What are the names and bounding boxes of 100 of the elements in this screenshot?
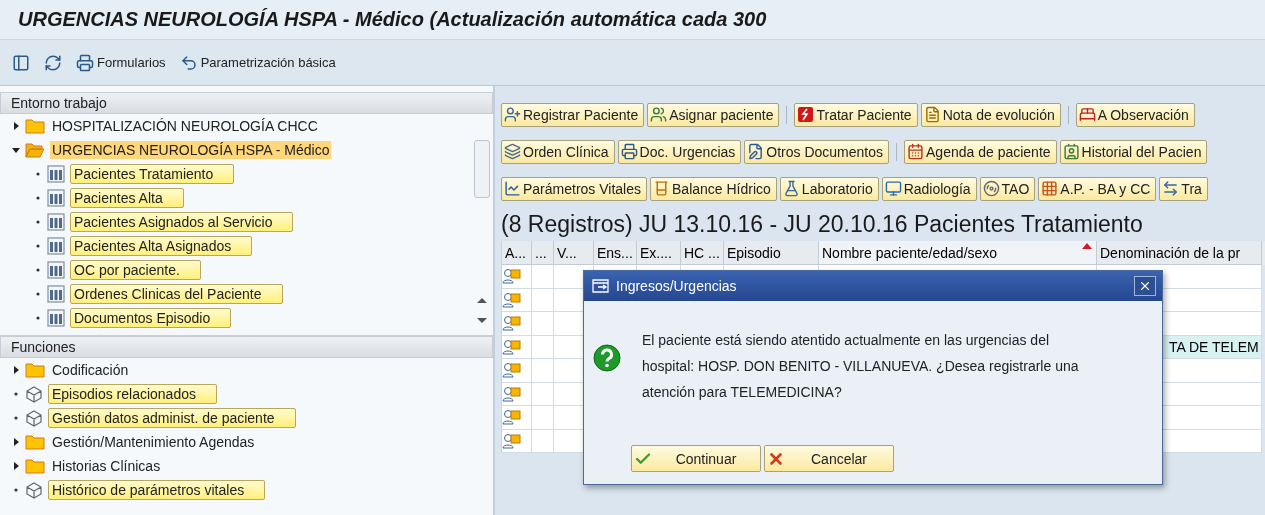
report-link[interactable]: Pacientes Alta Asignados	[70, 236, 253, 256]
close-button[interactable]	[1134, 276, 1156, 296]
user-plus-icon	[504, 106, 521, 123]
document-icon	[923, 106, 941, 123]
grid-icon	[1041, 180, 1059, 197]
pane-header: Funciones	[0, 336, 493, 358]
table-icon	[47, 165, 65, 183]
window-title: URGENCIAS NEUROLOGÍA HSPA - Médico (Actualización automática cada 300	[18, 8, 767, 31]
column-header[interactable]: Nombre paciente/edad/sexo	[819, 241, 1097, 265]
action-button[interactable]: Balance Hídrico	[650, 176, 777, 201]
cancel-button[interactable]: Cancelar	[764, 445, 894, 472]
close-icon	[1138, 279, 1152, 293]
line-chart-icon	[504, 180, 521, 197]
question-icon	[592, 343, 622, 373]
refresh-icon[interactable]	[44, 53, 62, 72]
dialog-message: El paciente está siendo atentido actualmente en las urgencias del hospital: HOSP. DON BENITO - VILLANUEVA. ¿Desea registrarle una atención para TELEMEDICINA?	[642, 331, 1080, 402]
list-title: (8 Registros) JU 13.10.16 - JU 20.10.16 Pacientes Tratamiento	[501, 209, 1144, 239]
collapsed-caret-icon[interactable]	[12, 462, 20, 470]
report-link[interactable]: OC por paciente.	[70, 260, 201, 280]
function-link[interactable]: Episodios relacionados	[48, 384, 217, 404]
report-link[interactable]: Documentos Episodio	[70, 308, 232, 328]
column-header[interactable]: Ens...	[594, 241, 637, 265]
action-button[interactable]: A Observación	[1075, 102, 1195, 127]
collapsed-caret-icon[interactable]	[12, 366, 20, 374]
column-header[interactable]: Ex....	[637, 241, 681, 265]
open-folder-icon	[25, 142, 45, 158]
action-button[interactable]: Otros Documentos	[744, 139, 889, 164]
action-button[interactable]: Tratar Paciente	[794, 102, 918, 127]
column-header[interactable]: ...	[532, 241, 554, 265]
folder-icon	[25, 362, 45, 378]
toolbar-button[interactable]: Formularios	[76, 53, 166, 72]
lightning-icon	[797, 106, 815, 123]
printer-icon	[620, 143, 638, 160]
table-icon	[47, 189, 65, 207]
collapsed-caret-icon[interactable]	[12, 122, 20, 130]
action-button[interactable]: Registrar Paciente	[501, 102, 645, 127]
folder-icon	[25, 434, 45, 450]
bullet-icon	[12, 486, 20, 494]
bullet-icon	[34, 266, 42, 274]
action-button[interactable]: Parámetros Vitales	[501, 176, 647, 201]
cube-icon	[25, 409, 43, 427]
bullet-icon	[34, 290, 42, 298]
bullet-icon	[12, 390, 20, 398]
calendar-icon	[907, 143, 924, 160]
bed-icon	[1078, 106, 1096, 123]
folder-label[interactable]: Codificación	[50, 361, 131, 379]
printer-icon	[76, 53, 94, 72]
report-link[interactable]: Pacientes Alta	[70, 188, 184, 208]
report-link[interactable]: Pacientes Asignados al Servicio	[70, 212, 294, 232]
bullet-icon	[12, 414, 20, 422]
undo-icon	[179, 53, 198, 72]
action-button[interactable]: TAO	[979, 176, 1036, 201]
file-pen-icon	[747, 143, 765, 160]
function-link[interactable]: Histórico de parámetros vitales	[48, 480, 266, 500]
bullet-icon	[34, 194, 42, 202]
bullet-icon	[34, 218, 42, 226]
table-icon	[47, 237, 65, 255]
monitor-icon	[884, 180, 902, 197]
toolbar-button[interactable]: Parametrización básica	[179, 53, 336, 72]
action-button[interactable]: Laboratorio	[779, 176, 879, 201]
action-button[interactable]: Agenda de paciente	[904, 139, 1057, 164]
cube-icon	[25, 385, 43, 403]
folder-icon	[25, 458, 45, 474]
expanded-caret-icon[interactable]	[12, 146, 20, 154]
action-button[interactable]: Doc. Urgencias	[617, 139, 742, 164]
report-link[interactable]: Ordenes Clinicas del Paciente	[70, 284, 283, 304]
action-button[interactable]: Historial del Pacien	[1059, 139, 1208, 164]
action-button[interactable]: Nota de evolución	[920, 102, 1061, 127]
column-header[interactable]: A...	[502, 241, 532, 265]
window-icon	[592, 278, 610, 294]
report-link[interactable]: Pacientes Tratamiento	[70, 164, 235, 184]
action-button[interactable]: A.P. - BA y CC	[1038, 176, 1157, 201]
panel-icon[interactable]	[12, 53, 30, 72]
continue-button[interactable]: Continuar	[631, 445, 761, 472]
scrollbar-thumb[interactable]	[474, 140, 490, 198]
bullet-icon	[34, 170, 42, 178]
contact-card-icon	[1062, 143, 1080, 160]
folder-label[interactable]: Historias Clínicas	[50, 457, 163, 475]
folder-label[interactable]: URGENCIAS NEUROLOGÍA HSPA - Médico	[50, 141, 332, 159]
action-button[interactable]: Tra	[1159, 176, 1208, 201]
table-icon	[47, 213, 65, 231]
dialog-title: Ingresos/Urgencias	[616, 278, 738, 294]
folder-label[interactable]: Gestión/Mantenimiento Agendas	[50, 433, 257, 451]
action-button[interactable]: Orden Clínica	[501, 139, 615, 164]
folder-label[interactable]: HOSPITALIZACIÓN NEUROLOGÍA CHCC	[50, 117, 320, 135]
action-button[interactable]: Asignar paciente	[647, 102, 780, 127]
scroll-arrows-icon[interactable]	[477, 296, 487, 326]
beaker-icon	[653, 180, 670, 197]
collapsed-caret-icon[interactable]	[12, 438, 20, 446]
column-header[interactable]: HC ...	[681, 241, 724, 265]
function-link[interactable]: Gestión datos administ. de paciente	[48, 408, 296, 428]
table-icon	[47, 261, 65, 279]
action-button[interactable]: Radiología	[881, 176, 977, 201]
column-header[interactable]: Denominación de la pr	[1097, 241, 1262, 265]
column-header[interactable]: Episodio	[724, 241, 819, 265]
flask-icon	[782, 180, 800, 197]
column-header[interactable]: V...	[554, 241, 594, 265]
table-icon	[47, 285, 65, 303]
table-icon	[47, 309, 65, 327]
spiral-icon	[982, 180, 1000, 197]
